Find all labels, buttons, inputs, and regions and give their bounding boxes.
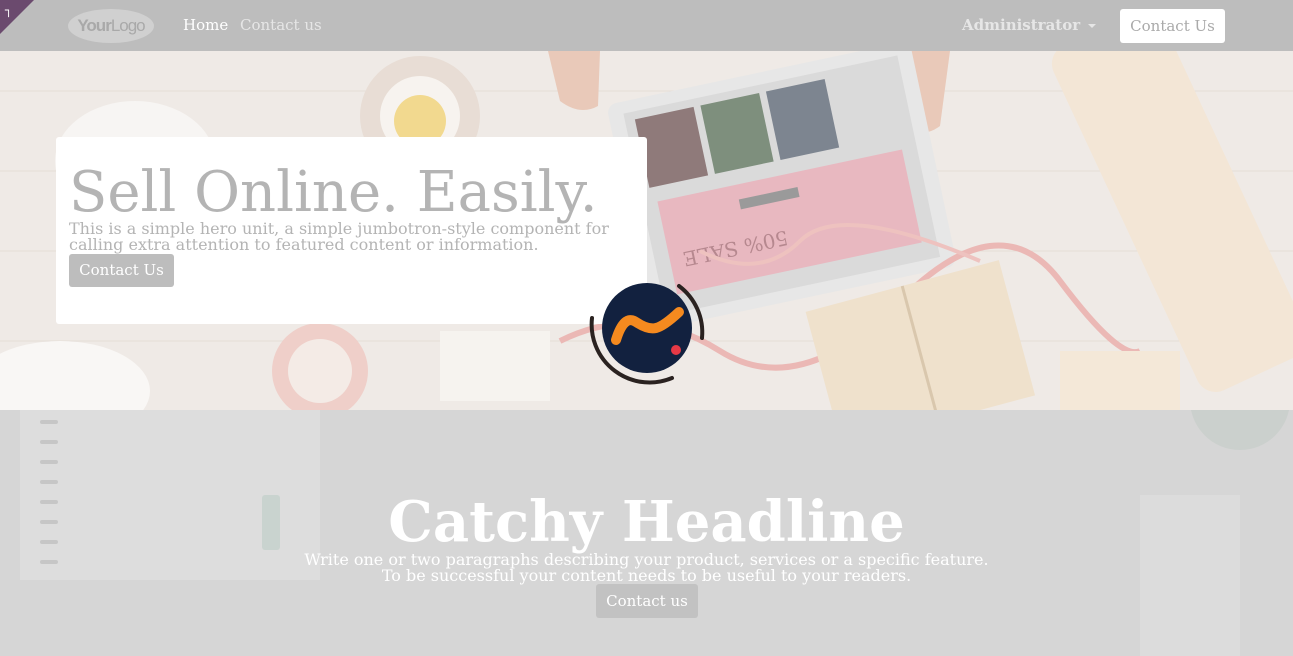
site-logo[interactable]: YourLogo xyxy=(68,9,154,43)
app-logo-spinner-icon xyxy=(589,283,705,385)
logo-tail-text: Logo xyxy=(110,16,146,35)
feature-section: Catchy Headline Write one or two paragra… xyxy=(0,410,1293,656)
nav-link-home[interactable]: Home xyxy=(183,16,228,34)
logo-main-text: Your xyxy=(77,16,111,35)
caret-down-icon xyxy=(1088,24,1097,28)
user-menu-label: Administrator xyxy=(962,16,1081,34)
hero-title: Sell Online. Easily. xyxy=(69,160,598,225)
corner-badge[interactable]: ┐ xyxy=(0,0,34,34)
feature-contact-button[interactable]: Contact us xyxy=(596,584,698,618)
navbar-contact-button[interactable]: Contact Us xyxy=(1120,9,1225,43)
user-menu-dropdown[interactable]: Administrator xyxy=(962,16,1097,34)
corner-toggle-icon[interactable]: ┐ xyxy=(5,4,15,16)
hero-description: This is a simple hero unit, a simple jum… xyxy=(69,219,609,254)
nav-link-contact[interactable]: Contact us xyxy=(240,16,322,34)
feature-description: Write one or two paragraphs describing y… xyxy=(0,552,1293,584)
top-navbar: ┐ YourLogo Home Contact us Administrator… xyxy=(0,0,1293,51)
hero-card: Sell Online. Easily. This is a simple he… xyxy=(56,137,647,324)
feature-description-line-2: To be successful your content needs to b… xyxy=(381,566,912,585)
hero-contact-button[interactable]: Contact Us xyxy=(69,254,174,287)
feature-headline: Catchy Headline xyxy=(388,489,905,555)
